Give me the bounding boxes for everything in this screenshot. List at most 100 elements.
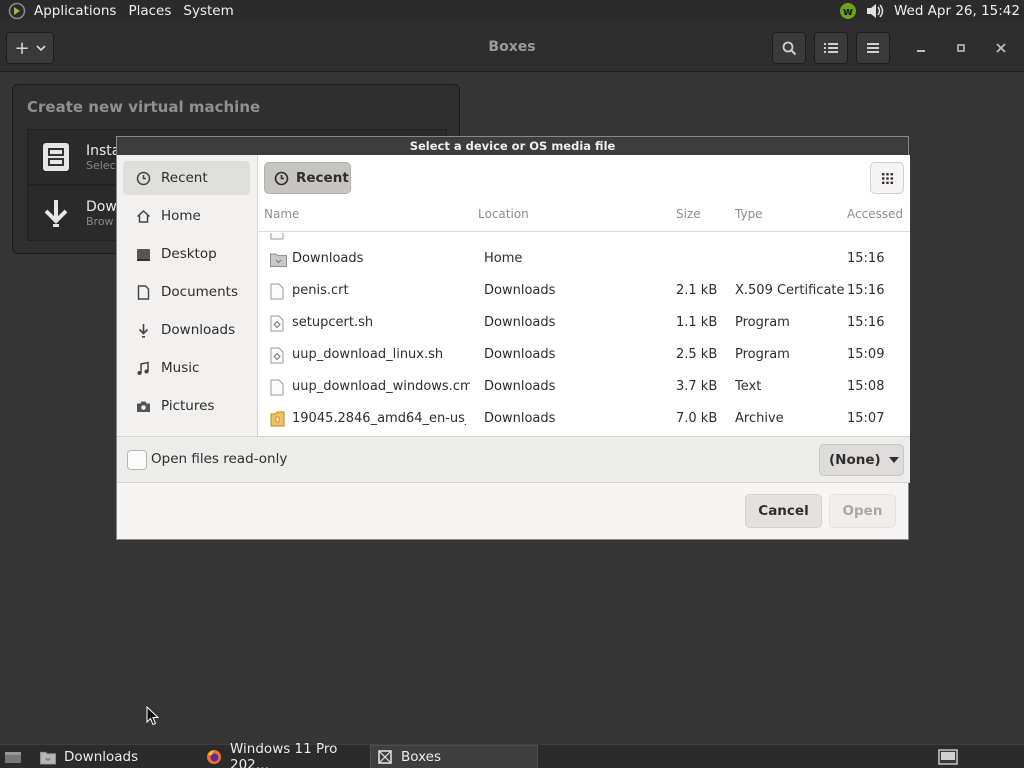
boxes-header-bar: Boxes + — [0, 22, 1024, 72]
file-size: 2.1 kB — [676, 283, 718, 298]
sidebar-item-label: Music — [161, 360, 200, 376]
download-arrow-icon — [135, 322, 151, 338]
sidebar-item-label: Downloads — [161, 322, 236, 338]
file-accessed: 15:16 — [847, 315, 885, 330]
file-filter-dropdown[interactable]: (None) — [819, 444, 904, 476]
file-size: 2.5 kB — [676, 347, 718, 362]
maximize-icon — [957, 44, 965, 52]
system-tray: w Wed Apr 26, 15:42 — [839, 0, 1024, 22]
search-icon — [782, 41, 796, 55]
grid-icon — [881, 172, 893, 184]
open-button[interactable]: Open — [829, 494, 896, 528]
list-icon — [824, 43, 838, 53]
folder-icon — [270, 253, 287, 267]
close-icon — [996, 43, 1006, 53]
file-chooser-dialog: Select a device or OS media file Recent … — [116, 136, 910, 540]
sidebar-item-home[interactable]: Home — [123, 199, 250, 233]
maximize-button[interactable] — [945, 32, 977, 64]
task-boxes[interactable]: Boxes — [370, 745, 538, 768]
sidebar-item-downloads[interactable]: Downloads — [123, 313, 250, 347]
download-option-title: Dow — [86, 198, 117, 215]
new-vm-button[interactable]: + — [6, 32, 54, 64]
plus-icon: + — [14, 37, 30, 59]
places-sidebar: Recent Home Desktop Documents Downloads … — [117, 155, 258, 436]
clock[interactable]: Wed Apr 26, 15:42 — [894, 3, 1024, 19]
file-type: Text — [735, 379, 762, 394]
file-accessed: 15:07 — [847, 411, 885, 426]
search-button[interactable] — [772, 32, 806, 64]
cancel-button[interactable]: Cancel — [745, 494, 822, 528]
show-desktop-button[interactable] — [0, 745, 32, 768]
file-icon — [270, 233, 284, 240]
file-size: 3.7 kB — [676, 379, 718, 394]
file-size: 1.1 kB — [676, 315, 718, 330]
desktop-icon — [135, 246, 151, 262]
minimize-button[interactable] — [905, 32, 937, 64]
column-headers: Name Location Size Type Accessed — [258, 195, 910, 232]
hamburger-icon — [867, 43, 879, 53]
column-accessed[interactable]: Accessed — [847, 207, 903, 221]
text-file-icon — [270, 379, 284, 396]
menu-system[interactable]: System — [177, 0, 239, 22]
chevron-down-icon — [35, 45, 46, 51]
path-button-recent[interactable]: Recent — [264, 162, 351, 194]
sidebar-item-desktop[interactable]: Desktop — [123, 237, 250, 271]
menu-places[interactable]: Places — [122, 0, 177, 22]
close-button[interactable] — [985, 32, 1017, 64]
task-downloads[interactable]: Downloads — [34, 745, 198, 768]
column-type[interactable]: Type — [735, 207, 763, 221]
script-icon — [270, 347, 284, 364]
mouse-pointer-icon — [146, 706, 160, 726]
download-icon — [34, 191, 78, 235]
camera-icon — [135, 398, 151, 414]
top-panel: Applications Places System w Wed Apr 26,… — [0, 0, 1024, 22]
file-name: setupcert.sh — [292, 315, 374, 330]
volume-icon[interactable] — [864, 2, 886, 20]
install-icon — [34, 135, 78, 179]
file-name: uup_download_windows.cmd — [292, 379, 470, 394]
readonly-label[interactable]: Open files read-only — [151, 451, 287, 467]
table-row[interactable]: uup_download_windows.cmd Downloads 3.7 k… — [258, 371, 910, 403]
sidebar-item-recent[interactable]: Recent — [123, 161, 250, 195]
list-view-button[interactable] — [814, 32, 848, 64]
grid-view-button[interactable] — [870, 162, 904, 194]
readonly-checkbox[interactable] — [127, 450, 147, 470]
w-icon[interactable]: w — [839, 3, 856, 19]
file-name: penis.crt — [292, 283, 349, 298]
dropdown-arrow-icon — [888, 457, 899, 463]
file-type: Archive — [735, 411, 784, 426]
task-label: Windows 11 Pro 202… — [230, 741, 338, 768]
sidebar-item-music[interactable]: Music — [123, 351, 250, 385]
archive-icon — [270, 411, 285, 427]
taskbar: Downloads Windows 11 Pro 202… Boxes — [0, 741, 1024, 768]
column-location[interactable]: Location — [478, 207, 529, 221]
firefox-icon — [206, 749, 222, 765]
table-row[interactable]: penis.crt Downloads 2.1 kB X.509 Certifi… — [258, 275, 910, 307]
task-label: Boxes — [401, 749, 442, 765]
column-name[interactable]: Name — [264, 207, 299, 221]
folder-icon — [40, 749, 56, 765]
workspace-icon — [938, 749, 958, 765]
dialog-options-bar: Open files read-only (None) — [117, 436, 910, 483]
filter-value: (None) — [829, 452, 881, 468]
boxes-icon — [377, 749, 393, 765]
column-size[interactable]: Size — [676, 207, 701, 221]
hamburger-menu-button[interactable] — [856, 32, 890, 64]
file-location: Downloads — [484, 315, 556, 330]
task-firefox[interactable]: Windows 11 Pro 202… — [200, 741, 370, 768]
path-button-label: Recent — [296, 170, 349, 186]
file-location: Downloads — [484, 379, 556, 394]
file-type: Program — [735, 315, 790, 330]
file-location: Downloads — [484, 411, 556, 426]
sidebar-item-documents[interactable]: Documents — [123, 275, 250, 309]
table-row[interactable]: uup_download_linux.sh Downloads 2.5 kB P… — [258, 339, 910, 371]
table-row[interactable]: Downloads Home 15:16 — [258, 243, 910, 275]
table-row[interactable]: setupcert.sh Downloads 1.1 kB Program 15… — [258, 307, 910, 339]
distro-logo-icon[interactable] — [6, 0, 28, 22]
menu-applications[interactable]: Applications — [28, 0, 122, 22]
workspace-switcher[interactable] — [932, 745, 962, 768]
file-list-area: Recent Name Location Size Type Accessed — [258, 155, 910, 436]
sidebar-item-pictures[interactable]: Pictures — [123, 389, 250, 423]
file-type: Program — [735, 347, 790, 362]
table-row[interactable]: 19045.2846_amd64_en-us_p Downloads 7.0 k… — [258, 403, 910, 435]
